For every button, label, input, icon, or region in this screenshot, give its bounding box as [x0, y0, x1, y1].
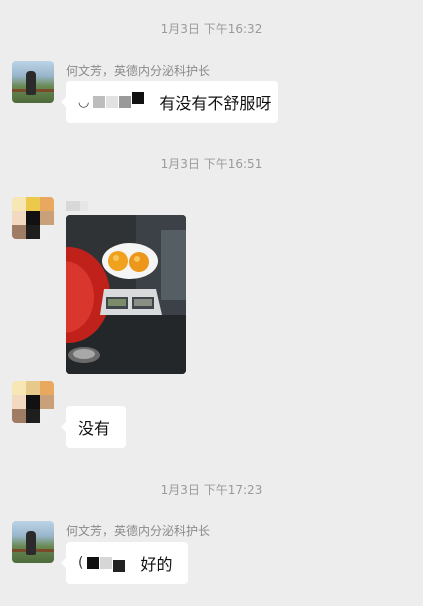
timestamp: 1月3日 下午16:51: [160, 157, 263, 171]
sender-avatar[interactable]: [12, 61, 54, 103]
redacted-text: (: [78, 555, 126, 572]
message-bubble[interactable]: ( 好的: [61, 542, 188, 584]
sender-name-redacted: [66, 200, 88, 214]
sender-name: 何文芳，英德内分泌科护长: [66, 64, 211, 78]
image-message[interactable]: [66, 215, 186, 374]
sender-name: 何文芳，英德内分泌科护长: [66, 524, 211, 538]
message-bubble[interactable]: 没有: [61, 406, 126, 448]
message-bubble[interactable]: ◡ 有没有不舒服呀: [61, 81, 278, 123]
avatar-photo-detail: [26, 531, 36, 555]
oranges-on-scale-photo-icon: [66, 215, 186, 374]
message-text: 没有: [78, 419, 111, 438]
avatar-photo-detail: [26, 71, 36, 95]
timestamp: 1月3日 下午16:32: [160, 22, 263, 36]
timestamp: 1月3日 下午17:23: [160, 483, 263, 497]
sender-avatar[interactable]: [12, 521, 54, 563]
message-text: 好的: [140, 555, 173, 574]
sender-avatar[interactable]: [12, 197, 54, 239]
redacted-text: ◡: [78, 92, 145, 110]
message-text: 有没有不舒服呀: [159, 94, 272, 113]
sender-avatar[interactable]: [12, 381, 54, 423]
